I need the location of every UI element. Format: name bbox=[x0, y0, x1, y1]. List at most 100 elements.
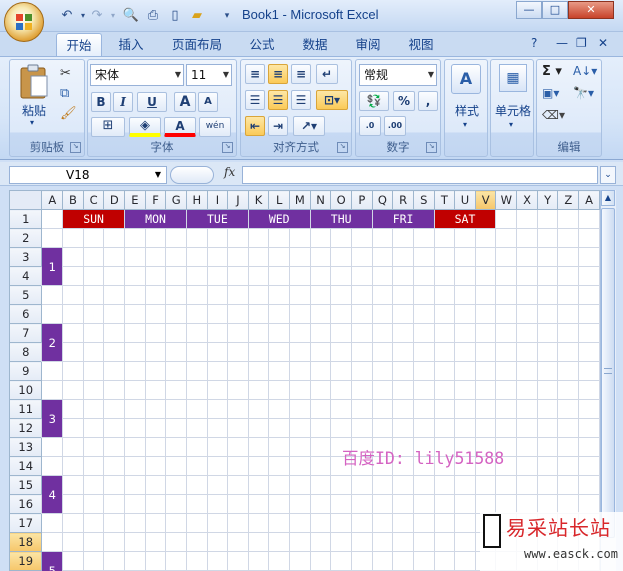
cell[interactable] bbox=[351, 228, 373, 248]
cell[interactable] bbox=[433, 399, 456, 419]
cell[interactable] bbox=[371, 342, 394, 362]
cell[interactable] bbox=[474, 228, 497, 248]
cell[interactable] bbox=[516, 494, 538, 514]
cell[interactable] bbox=[82, 399, 105, 419]
cell[interactable] bbox=[103, 532, 126, 552]
cell[interactable] bbox=[412, 304, 435, 324]
styles-label[interactable]: 样式 bbox=[445, 102, 489, 119]
cell[interactable] bbox=[578, 266, 600, 286]
cell[interactable] bbox=[144, 323, 167, 343]
ribbon-close-icon[interactable]: ✕ bbox=[598, 36, 608, 50]
cell[interactable] bbox=[309, 456, 332, 476]
cell[interactable] bbox=[412, 494, 435, 514]
cell[interactable] bbox=[103, 266, 126, 286]
column-header[interactable]: S bbox=[412, 190, 435, 210]
week-number-cell[interactable]: 4 bbox=[41, 475, 64, 514]
cell[interactable] bbox=[330, 361, 353, 381]
cell[interactable] bbox=[62, 494, 84, 514]
cell[interactable] bbox=[185, 513, 208, 533]
cell[interactable] bbox=[288, 456, 311, 476]
cell[interactable] bbox=[288, 551, 311, 571]
tab-view[interactable]: 视图 bbox=[398, 33, 444, 57]
cell[interactable] bbox=[124, 551, 146, 571]
cell[interactable] bbox=[124, 437, 146, 457]
tab-review[interactable]: 审阅 bbox=[346, 33, 390, 57]
cell[interactable] bbox=[309, 304, 332, 324]
cell[interactable] bbox=[371, 266, 394, 286]
decrease-indent-button[interactable]: ⇤ bbox=[245, 116, 265, 136]
day-header-cell[interactable]: WED bbox=[247, 209, 311, 229]
cell[interactable] bbox=[62, 437, 84, 457]
cell[interactable] bbox=[206, 513, 229, 533]
cell[interactable] bbox=[454, 494, 476, 514]
cell[interactable] bbox=[185, 551, 208, 571]
cell[interactable] bbox=[144, 551, 167, 571]
autosum-button[interactable]: Σ ▾ bbox=[542, 64, 562, 79]
row-header[interactable]: 5 bbox=[9, 285, 43, 305]
row-header[interactable]: 10 bbox=[9, 380, 43, 400]
cell[interactable] bbox=[124, 399, 146, 419]
week-number-cell[interactable]: 2 bbox=[41, 323, 64, 362]
cell[interactable] bbox=[185, 304, 208, 324]
cell[interactable] bbox=[247, 551, 270, 571]
cells-icon[interactable]: ▦ bbox=[499, 64, 527, 92]
cell[interactable] bbox=[433, 247, 456, 267]
cell[interactable] bbox=[392, 380, 414, 400]
cell[interactable] bbox=[62, 532, 84, 552]
cell[interactable] bbox=[392, 342, 414, 362]
cell[interactable] bbox=[454, 304, 476, 324]
cell[interactable] bbox=[351, 551, 373, 571]
print-preview-icon[interactable]: 🔍 bbox=[122, 7, 140, 25]
number-format-select[interactable]: 常规 ▼ bbox=[359, 64, 437, 86]
cell[interactable] bbox=[288, 513, 311, 533]
row-header[interactable]: 14 bbox=[9, 456, 43, 476]
row-header[interactable]: 17 bbox=[9, 513, 43, 533]
cell[interactable] bbox=[62, 304, 84, 324]
cell[interactable] bbox=[268, 228, 290, 248]
cell[interactable] bbox=[165, 247, 187, 267]
column-header[interactable]: X bbox=[516, 190, 538, 210]
cell[interactable] bbox=[454, 380, 476, 400]
cell[interactable] bbox=[227, 304, 249, 324]
cell[interactable] bbox=[330, 304, 353, 324]
cell[interactable] bbox=[392, 513, 414, 533]
cell[interactable] bbox=[268, 304, 290, 324]
cell[interactable] bbox=[536, 399, 559, 419]
cell[interactable] bbox=[227, 323, 249, 343]
row-header[interactable]: 4 bbox=[9, 266, 43, 286]
cell[interactable] bbox=[454, 285, 476, 305]
cell[interactable] bbox=[268, 323, 290, 343]
close-button[interactable]: ✕ bbox=[568, 1, 614, 19]
cell[interactable] bbox=[82, 342, 105, 362]
cell[interactable] bbox=[227, 513, 249, 533]
column-header[interactable]: Z bbox=[557, 190, 580, 210]
cell[interactable] bbox=[371, 228, 394, 248]
cell[interactable] bbox=[247, 266, 270, 286]
redo-dropdown-icon[interactable]: ▾ bbox=[104, 7, 122, 25]
cell[interactable] bbox=[247, 513, 270, 533]
cell[interactable] bbox=[536, 209, 559, 229]
cell[interactable] bbox=[330, 551, 353, 571]
cell[interactable] bbox=[288, 399, 311, 419]
align-bottom-button[interactable]: ≡ bbox=[291, 64, 311, 84]
cell[interactable] bbox=[536, 266, 559, 286]
cell[interactable] bbox=[392, 494, 414, 514]
ribbon-restore-icon[interactable]: ❐ bbox=[576, 36, 587, 50]
cell[interactable] bbox=[82, 456, 105, 476]
cell[interactable] bbox=[495, 361, 518, 381]
cell[interactable] bbox=[536, 323, 559, 343]
customize-toolbar-icon[interactable]: ▾ bbox=[218, 7, 236, 25]
column-header[interactable]: O bbox=[330, 190, 353, 210]
open-folder-icon[interactable]: ▰ bbox=[188, 7, 206, 25]
cell[interactable] bbox=[392, 285, 414, 305]
cell[interactable] bbox=[288, 380, 311, 400]
cell[interactable] bbox=[371, 532, 394, 552]
cell[interactable] bbox=[557, 456, 580, 476]
cell[interactable] bbox=[557, 285, 580, 305]
cell[interactable] bbox=[288, 437, 311, 457]
cell[interactable] bbox=[82, 228, 105, 248]
cell[interactable] bbox=[433, 304, 456, 324]
cell[interactable] bbox=[309, 323, 332, 343]
row-header[interactable]: 3 bbox=[9, 247, 43, 267]
cell[interactable] bbox=[144, 304, 167, 324]
